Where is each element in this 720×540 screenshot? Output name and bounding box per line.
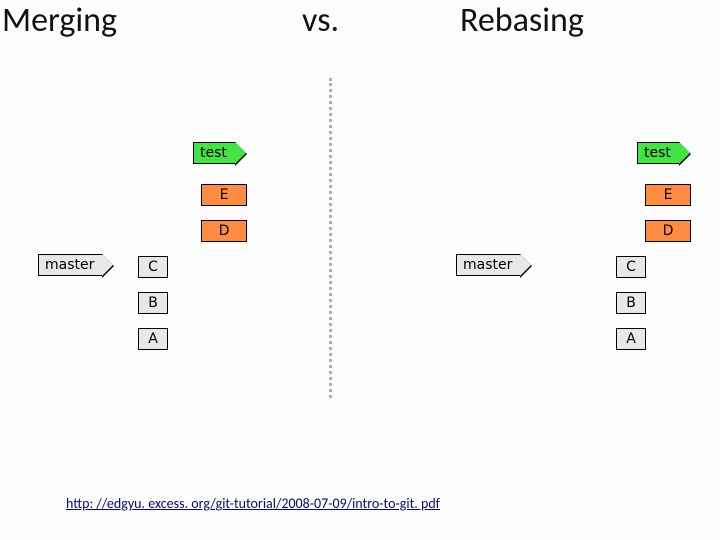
commit-e-left: E [201, 184, 247, 206]
commit-d-left: D [201, 220, 247, 242]
commit-c-left: C [138, 256, 168, 278]
commit-a-left: A [138, 328, 168, 350]
commit-e-right: E [645, 184, 691, 206]
branch-test-left: test [193, 142, 236, 164]
commit-d-right: D [645, 220, 691, 242]
commit-b-left: B [138, 292, 168, 314]
branch-master-left: master [38, 254, 103, 276]
title-vs: vs. [302, 0, 339, 41]
source-link[interactable]: http: //edgyu. excess. org/git-tutorial/… [66, 495, 440, 512]
title-merging: Merging [2, 0, 117, 41]
commit-b-right: B [616, 292, 646, 314]
commit-c-right: C [616, 256, 646, 278]
branch-test-right: test [637, 142, 680, 164]
vertical-divider [329, 78, 332, 398]
title-rebasing: Rebasing [460, 0, 584, 41]
branch-master-right: master [456, 254, 521, 276]
commit-a-right: A [616, 328, 646, 350]
